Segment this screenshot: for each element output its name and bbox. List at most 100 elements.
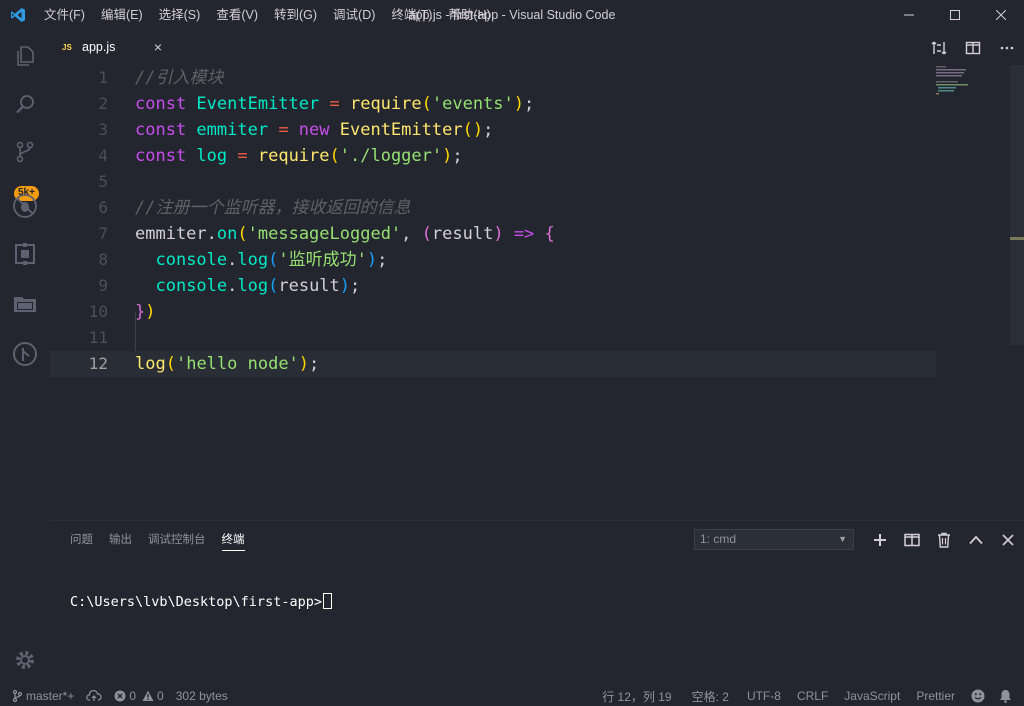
terminal-select-value: 1: cmd bbox=[700, 532, 737, 546]
code-token: '监听成功' bbox=[278, 250, 367, 270]
indentation[interactable]: 空格: 2 bbox=[682, 686, 739, 706]
debug-button[interactable] bbox=[0, 182, 50, 230]
code-line[interactable]: 9 console.log(result); bbox=[50, 273, 936, 299]
code-token: = bbox=[268, 120, 299, 140]
code-text: //注册一个监听器，接收返回的信息 bbox=[135, 195, 410, 221]
error-count: 0 bbox=[129, 689, 137, 703]
code-token: ( bbox=[268, 276, 279, 296]
code-line[interactable]: 10}) bbox=[50, 299, 936, 325]
code-line[interactable]: 5 bbox=[50, 169, 936, 195]
tab-close-button[interactable]: × bbox=[154, 40, 162, 54]
split-editor-icon bbox=[965, 41, 981, 54]
branch-status[interactable]: master*+ bbox=[0, 686, 80, 706]
prettier-status[interactable]: Prettier bbox=[908, 686, 963, 706]
code-token: ; bbox=[377, 250, 388, 270]
maximize-panel-button[interactable] bbox=[960, 521, 992, 559]
minimize-icon bbox=[904, 14, 914, 16]
code-token: log bbox=[196, 146, 228, 166]
code-token: ( bbox=[421, 94, 432, 114]
tab-output[interactable]: 输出 bbox=[109, 521, 132, 559]
code-text: const emmiter = new EventEmitter(); bbox=[135, 117, 493, 143]
cursor-position[interactable]: 行 12，列 19 bbox=[592, 686, 681, 706]
notifications-button[interactable] bbox=[993, 686, 1024, 706]
minimize-button[interactable] bbox=[886, 0, 932, 30]
kill-terminal-button[interactable] bbox=[928, 521, 960, 559]
close-panel-button[interactable] bbox=[992, 521, 1024, 559]
code-token: } bbox=[135, 302, 146, 322]
end-of-line[interactable]: CRLF bbox=[789, 686, 836, 706]
menu-go[interactable]: 转到(G) bbox=[266, 0, 325, 30]
menu-view[interactable]: 查看(V) bbox=[208, 0, 266, 30]
menu-terminal[interactable]: 终端(T) bbox=[383, 0, 440, 30]
code-token: emmiter bbox=[196, 120, 269, 140]
git-graph-button[interactable] bbox=[0, 330, 50, 378]
maximize-button[interactable] bbox=[932, 0, 978, 30]
line-number: 9 bbox=[98, 276, 108, 295]
code-token: new bbox=[298, 120, 340, 140]
terminal-prompt: C:\Users\lvb\Desktop\first-app> bbox=[70, 594, 322, 610]
code-token: emmiter bbox=[135, 224, 207, 244]
editor-scrollbar[interactable] bbox=[1010, 65, 1024, 345]
menu-selection[interactable]: 选择(S) bbox=[151, 0, 209, 30]
project-manager-button[interactable] bbox=[0, 280, 50, 328]
chevron-down-icon: ▼ bbox=[838, 534, 847, 544]
language-mode[interactable]: JavaScript bbox=[836, 686, 908, 706]
tab-problems[interactable]: 问题 bbox=[70, 521, 93, 559]
code-text: console.log(result); bbox=[135, 273, 360, 299]
code-token: result bbox=[278, 276, 340, 296]
line-number: 1 bbox=[98, 68, 108, 87]
code-token: log bbox=[237, 250, 269, 270]
split-terminal-button[interactable] bbox=[896, 521, 928, 559]
close-window-button[interactable] bbox=[978, 0, 1024, 30]
new-terminal-button[interactable] bbox=[864, 521, 896, 559]
line-number: 10 bbox=[88, 302, 108, 321]
code-token: ( bbox=[268, 250, 279, 270]
minimap[interactable] bbox=[936, 65, 984, 95]
code-token: ; bbox=[483, 120, 494, 140]
code-line[interactable]: 4 const log = require('./logger'); bbox=[50, 143, 936, 169]
extensions-icon bbox=[15, 243, 35, 265]
feedback-button[interactable] bbox=[963, 686, 993, 706]
code-token: ( bbox=[237, 224, 248, 244]
tab-terminal[interactable]: 终端 bbox=[221, 521, 245, 559]
menu-debug[interactable]: 调试(D) bbox=[325, 0, 383, 30]
open-changes-button[interactable] bbox=[922, 30, 956, 65]
code-line[interactable]: 6 //注册一个监听器，接收返回的信息 bbox=[50, 195, 936, 221]
sync-button[interactable] bbox=[80, 686, 108, 706]
scrollbar-cursor-marker bbox=[1010, 237, 1024, 240]
code-token: => bbox=[503, 224, 545, 244]
code-line[interactable]: 3 const emmiter = new EventEmitter(); bbox=[50, 117, 936, 143]
tab-app-js[interactable]: JS app.js × bbox=[50, 30, 172, 65]
search-button[interactable] bbox=[0, 80, 50, 128]
menu-edit[interactable]: 编辑(E) bbox=[93, 0, 151, 30]
vscode-logo-icon bbox=[0, 0, 36, 30]
code-token: EventEmitter bbox=[339, 120, 463, 140]
code-editor[interactable]: 1//引入模块 2 const EventEmitter = require('ev… bbox=[50, 65, 1024, 520]
code-token: ) bbox=[339, 276, 351, 296]
code-line[interactable]: 11 bbox=[50, 325, 936, 351]
code-token: './logger' bbox=[339, 146, 443, 166]
code-line[interactable]: 12 log('hello node'); bbox=[50, 351, 936, 377]
code-line[interactable]: 7 emmiter.on('messageLogged', (result) =>… bbox=[50, 221, 936, 247]
code-token: ; bbox=[524, 94, 535, 114]
problems-status[interactable]: 0 0 bbox=[108, 686, 169, 706]
code-line[interactable]: 8 console.log('监听成功'); bbox=[50, 247, 936, 273]
code-token: ; bbox=[452, 146, 463, 166]
debug-icon bbox=[13, 194, 37, 218]
explorer-button[interactable] bbox=[0, 32, 50, 80]
terminal-select[interactable]: 1: cmd ▼ bbox=[694, 529, 854, 550]
split-editor-button[interactable] bbox=[956, 30, 990, 65]
terminal-output[interactable]: C:\Users\lvb\Desktop\first-app> bbox=[70, 593, 332, 611]
extensions-button[interactable] bbox=[0, 230, 50, 278]
menu-file[interactable]: 文件(F) bbox=[36, 0, 93, 30]
more-actions-button[interactable] bbox=[990, 30, 1024, 65]
code-line[interactable]: 1 //引入模块 bbox=[50, 65, 936, 91]
code-line[interactable]: 2 const EventEmitter = require('events'); bbox=[50, 91, 936, 117]
code-token: log bbox=[135, 354, 166, 374]
source-control-button[interactable] bbox=[0, 128, 50, 176]
encoding[interactable]: UTF-8 bbox=[739, 686, 789, 706]
menu-help[interactable]: 帮助(H) bbox=[440, 0, 498, 30]
manage-button[interactable] bbox=[0, 640, 50, 680]
maximize-icon bbox=[950, 10, 960, 20]
tab-debug-console[interactable]: 调试控制台 bbox=[148, 521, 206, 559]
